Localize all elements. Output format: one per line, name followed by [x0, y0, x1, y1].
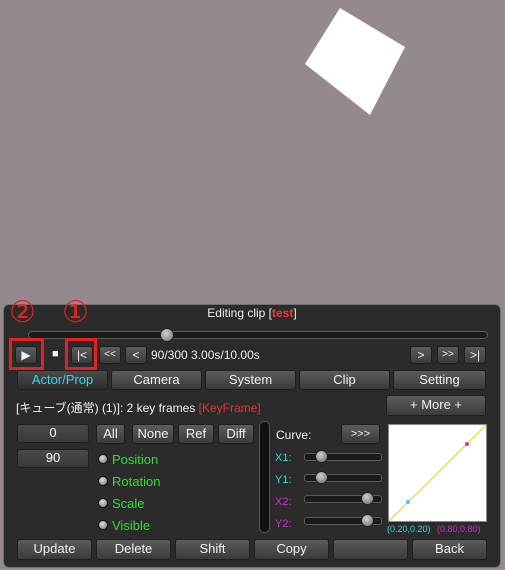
blank-button[interactable] [333, 539, 408, 560]
scale-label: Scale [112, 496, 145, 511]
x1-knob[interactable] [315, 450, 329, 463]
start-frame-field[interactable]: 0 [17, 424, 89, 443]
rotation-radio-icon[interactable] [98, 476, 108, 486]
keyframe-tag: [KeyFrame] [198, 401, 261, 415]
selection-text: [キューブ(通常) (1)]: 2 key frames [16, 401, 196, 415]
3d-viewport[interactable] [0, 0, 505, 305]
tab-clip[interactable]: Clip [299, 370, 390, 390]
tab-setting[interactable]: Setting [393, 370, 486, 390]
tab-actor-prop[interactable]: Actor/Prop [17, 370, 108, 390]
clip-name: test [272, 306, 294, 320]
curve-line [389, 425, 486, 521]
position-label: Position [112, 452, 159, 467]
annotation-number-2: ② [9, 296, 36, 329]
annotation-box-to-start [65, 338, 97, 370]
stop-button[interactable]: ■ [52, 348, 59, 360]
more-button[interactable]: + More + [386, 395, 486, 416]
y1-knob[interactable] [315, 471, 329, 484]
copy-button[interactable]: Copy [254, 539, 329, 560]
select-none-button[interactable]: None [132, 424, 174, 444]
frame-readout: 90/300 3.00s/10.00s [151, 348, 260, 362]
annotation-box-play [9, 338, 44, 370]
back-button[interactable]: Back [412, 539, 487, 560]
tab-system[interactable]: System [205, 370, 296, 390]
curve-point-2 [465, 442, 469, 446]
curve-label: Curve: [276, 428, 312, 442]
y2-knob[interactable] [360, 514, 374, 527]
curve-point2-label: (0.80,0.80) [437, 524, 481, 534]
update-button[interactable]: Update [17, 539, 92, 560]
x2-slider[interactable] [304, 492, 382, 505]
position-radio-icon[interactable] [98, 454, 108, 464]
scale-radio-icon[interactable] [98, 498, 108, 508]
step-back-button[interactable]: < [125, 346, 147, 364]
y1-label: Y1: [275, 474, 292, 486]
ref-button[interactable]: Ref [178, 424, 214, 444]
fast-forward-button[interactable]: >> [437, 346, 459, 364]
tab-camera[interactable]: Camera [111, 370, 202, 390]
selection-info: [キューブ(通常) (1)]: 2 key frames [KeyFrame] [16, 399, 261, 416]
timeline-thumb[interactable] [160, 328, 175, 342]
title-prefix: Editing clip [ [207, 306, 272, 320]
go-to-end-button[interactable]: >| [464, 346, 486, 364]
curve-graph[interactable] [388, 424, 487, 522]
rotation-label: Rotation [112, 474, 161, 489]
annotation-number-1: ① [62, 296, 89, 329]
y1-slider[interactable] [304, 471, 382, 484]
curve-point-1 [406, 500, 410, 504]
timeline-slider[interactable] [28, 328, 488, 342]
visible-radio-icon[interactable] [98, 520, 108, 530]
select-all-button[interactable]: All [96, 424, 125, 444]
cube-object [305, 8, 405, 115]
x2-knob[interactable] [360, 492, 374, 505]
x2-label: X2: [275, 496, 292, 508]
shift-button[interactable]: Shift [175, 539, 250, 560]
y2-slider[interactable] [304, 514, 382, 527]
step-forward-button[interactable]: > [410, 346, 432, 364]
rewind-button[interactable]: << [99, 346, 121, 364]
curve-expand-button[interactable]: >>> [341, 424, 380, 444]
visible-label: Visible [112, 518, 151, 533]
diff-button[interactable]: Diff [218, 424, 254, 444]
curve-point1-label: (0.20,0.20) [387, 524, 431, 534]
delete-button[interactable]: Delete [96, 539, 171, 560]
property-scrollbar[interactable] [259, 421, 270, 533]
title-suffix: ] [293, 306, 297, 320]
current-frame-field[interactable]: 90 [17, 449, 89, 468]
y2-label: Y2: [275, 518, 292, 530]
x1-slider[interactable] [304, 450, 382, 463]
x1-label: X1: [275, 452, 292, 464]
